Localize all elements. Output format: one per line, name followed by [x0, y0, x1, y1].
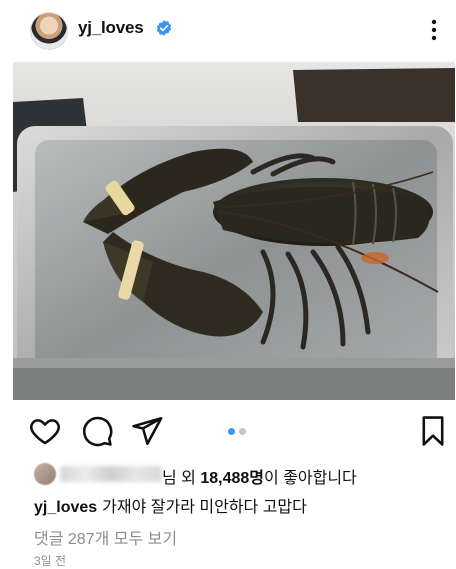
- lobster-photo-icon: [13, 62, 455, 400]
- post-photo[interactable]: [13, 62, 455, 400]
- header-username[interactable]: yj_loves: [78, 18, 144, 38]
- send-icon[interactable]: [130, 414, 164, 448]
- profile-avatar[interactable]: [30, 12, 68, 50]
- carousel-dot: [239, 428, 246, 435]
- likes-summary[interactable]: 님 외 18,488명이 좋아합니다: [34, 460, 454, 488]
- caption-username[interactable]: yj_loves: [34, 499, 97, 516]
- liker-avatar: [34, 463, 56, 485]
- likes-text: 님 외 18,488명이 좋아합니다: [162, 464, 357, 488]
- view-all-comments-link[interactable]: 댓글 287개 모두 보기: [34, 525, 177, 549]
- post-timestamp: 3일 전: [34, 554, 67, 568]
- verified-badge-icon: [155, 19, 173, 37]
- post-actions: [0, 408, 456, 452]
- post-caption: yj_loves 가재야 잘가라 미안하다 고맙다: [34, 493, 307, 517]
- carousel-indicator: [222, 427, 252, 437]
- post-header: yj_loves: [0, 0, 456, 62]
- carousel-dot-active: [228, 428, 235, 435]
- heart-icon[interactable]: [28, 414, 62, 448]
- bookmark-icon[interactable]: [416, 414, 450, 448]
- likes-suffix: 님 외: [162, 470, 201, 487]
- caption-text: 가재야 잘가라 미안하다 고맙다: [102, 499, 307, 516]
- liker-name-redacted: [60, 466, 162, 482]
- more-options-icon[interactable]: [426, 16, 442, 44]
- likes-tail: 이 좋아합니다: [264, 470, 357, 487]
- likes-count: 18,488명: [200, 470, 265, 487]
- comment-icon[interactable]: [80, 414, 114, 448]
